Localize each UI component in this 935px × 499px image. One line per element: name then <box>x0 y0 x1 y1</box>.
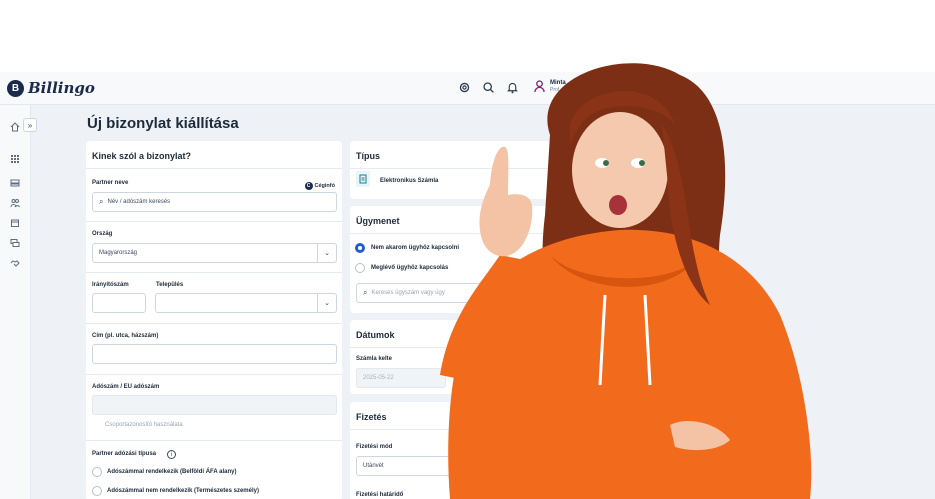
ceginfo-link[interactable]: C Céginfó <box>304 182 335 190</box>
sidebar <box>0 105 31 499</box>
cards-icon[interactable] <box>10 235 20 247</box>
raised-hand <box>479 146 533 257</box>
stack-icon[interactable] <box>10 175 20 187</box>
users-icon[interactable] <box>10 195 20 208</box>
case-radio-existing[interactable] <box>355 263 365 273</box>
ceginfo-label: Céginfó <box>314 183 335 189</box>
address-label: Cím (pl. utca, házszám) <box>92 333 159 339</box>
partner-search-input[interactable]: ⌕ Név / adószám keresés <box>92 192 337 212</box>
divider <box>86 440 342 441</box>
recipient-heading: Kinek szól a bizonylat? <box>92 151 192 161</box>
payment-method-value: Utánvét <box>363 463 384 469</box>
handshake-icon[interactable] <box>10 255 20 267</box>
partner-search-placeholder: Név / adószám keresés <box>107 199 171 205</box>
mouth <box>609 195 627 215</box>
info-icon[interactable]: i <box>167 450 176 459</box>
logo-mark-icon: B <box>7 79 24 97</box>
tax-type-option-private: Adószámmal nem rendelkezik (Természetes … <box>107 488 259 494</box>
search-icon: ⌕ <box>363 288 368 297</box>
box-icon[interactable] <box>10 215 20 227</box>
chevron-down-icon[interactable]: ⌄ <box>317 294 336 312</box>
payment-method-label: Fizetési mód <box>356 444 393 450</box>
country-select[interactable]: Magyarország ⌄ <box>92 243 337 263</box>
city-label: Település <box>156 282 184 288</box>
city-select[interactable]: ⌄ <box>155 293 337 313</box>
address-input[interactable] <box>92 344 337 364</box>
zip-input[interactable] <box>92 293 146 313</box>
logo[interactable]: B Billingo <box>7 79 95 97</box>
tax-label: Adószám / EU adószám <box>92 384 160 390</box>
screenshot: B Billingo Minta Prof » Új bizonylat kiá… <box>0 0 935 499</box>
case-heading: Ügymenet <box>356 216 400 226</box>
tax-number-input[interactable] <box>92 395 337 415</box>
divider <box>86 374 342 375</box>
divider <box>86 221 342 222</box>
divider <box>86 168 342 169</box>
partner-label: Partner neve <box>92 180 129 186</box>
page-title: Új bizonylat kiállítása <box>87 115 239 132</box>
dates-heading: Dátumok <box>356 330 395 340</box>
brand-name: Billingo <box>28 79 95 97</box>
divider <box>86 323 342 324</box>
partner-tax-type-label: Partner adózási típusa <box>92 451 157 457</box>
search-icon: ⌕ <box>99 197 104 206</box>
document-icon <box>356 171 370 187</box>
payment-heading: Fizetés <box>356 412 387 422</box>
country-value: Magyarország <box>99 250 138 256</box>
zip-label: Irányítószám <box>92 282 129 288</box>
invoice-date-value: 2025-05-22 <box>363 375 394 381</box>
grid-icon[interactable] <box>10 151 20 163</box>
group-id-label: Csoportazonosító használata <box>105 422 183 428</box>
type-heading: Típus <box>356 151 380 161</box>
ceginfo-icon: C <box>304 182 313 190</box>
sidebar-expand-button[interactable]: » <box>23 118 37 132</box>
country-label: Ország <box>92 231 113 237</box>
invoice-date-label: Számla kelte <box>356 356 393 362</box>
home-icon[interactable] <box>10 119 20 132</box>
chevron-down-icon[interactable]: ⌄ <box>317 244 336 262</box>
recipient-card: Kinek szól a bizonylat? Partner neve C C… <box>86 141 342 499</box>
divider <box>86 272 342 273</box>
deadline-label: Fizetési határidő <box>356 492 404 498</box>
woman-illustration <box>440 63 812 499</box>
case-radio-none[interactable] <box>355 243 365 253</box>
tax-type-radio-private[interactable] <box>92 486 102 496</box>
tax-type-radio-vat[interactable] <box>92 467 102 477</box>
tax-type-option-vat: Adószámmal rendelkezik (Belföldi ÁFA ala… <box>107 469 237 475</box>
